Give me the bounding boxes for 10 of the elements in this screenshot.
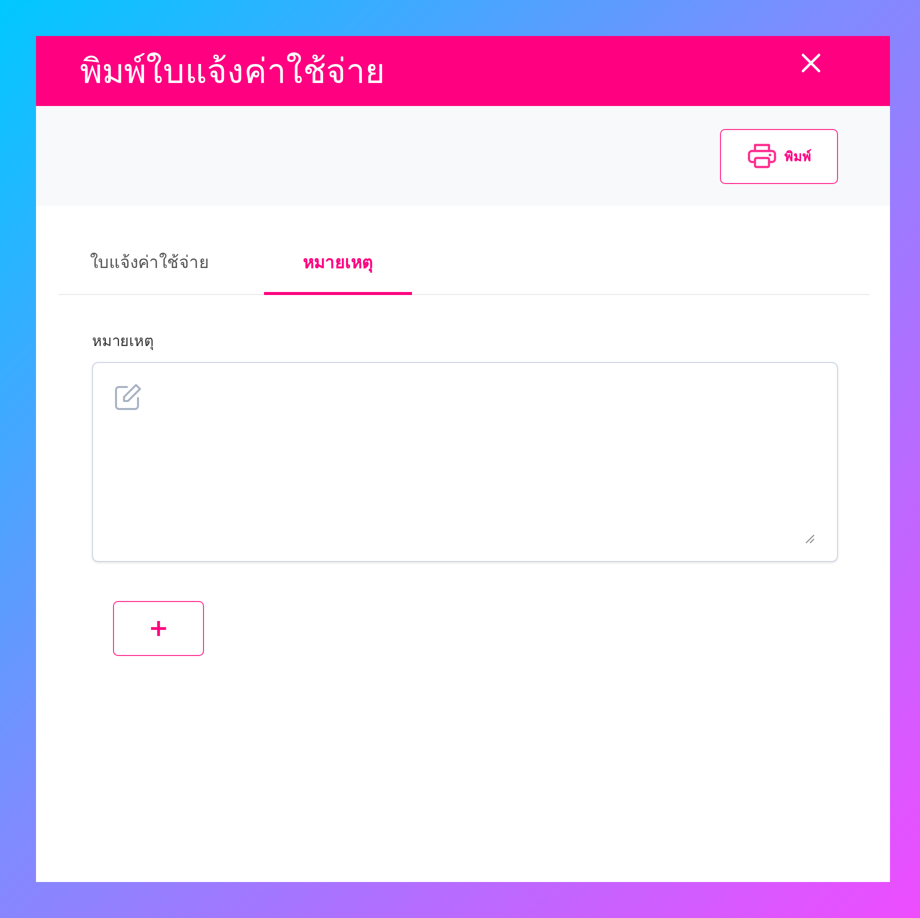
printer-icon (746, 142, 776, 170)
tab[interactable]: ใบแจ้งค่าใช้จ่าย (58, 230, 264, 295)
note-field[interactable] (92, 362, 838, 562)
field-label: หมายเหตุ (92, 330, 154, 352)
resize-grip-icon[interactable] (805, 534, 815, 544)
tab[interactable]: หมายเหตุ (264, 230, 412, 295)
add-button[interactable]: + (113, 600, 204, 656)
pencil-icon (113, 382, 143, 412)
print-button[interactable]: พิมพ์ (720, 128, 838, 184)
close-icon[interactable] (800, 52, 822, 74)
